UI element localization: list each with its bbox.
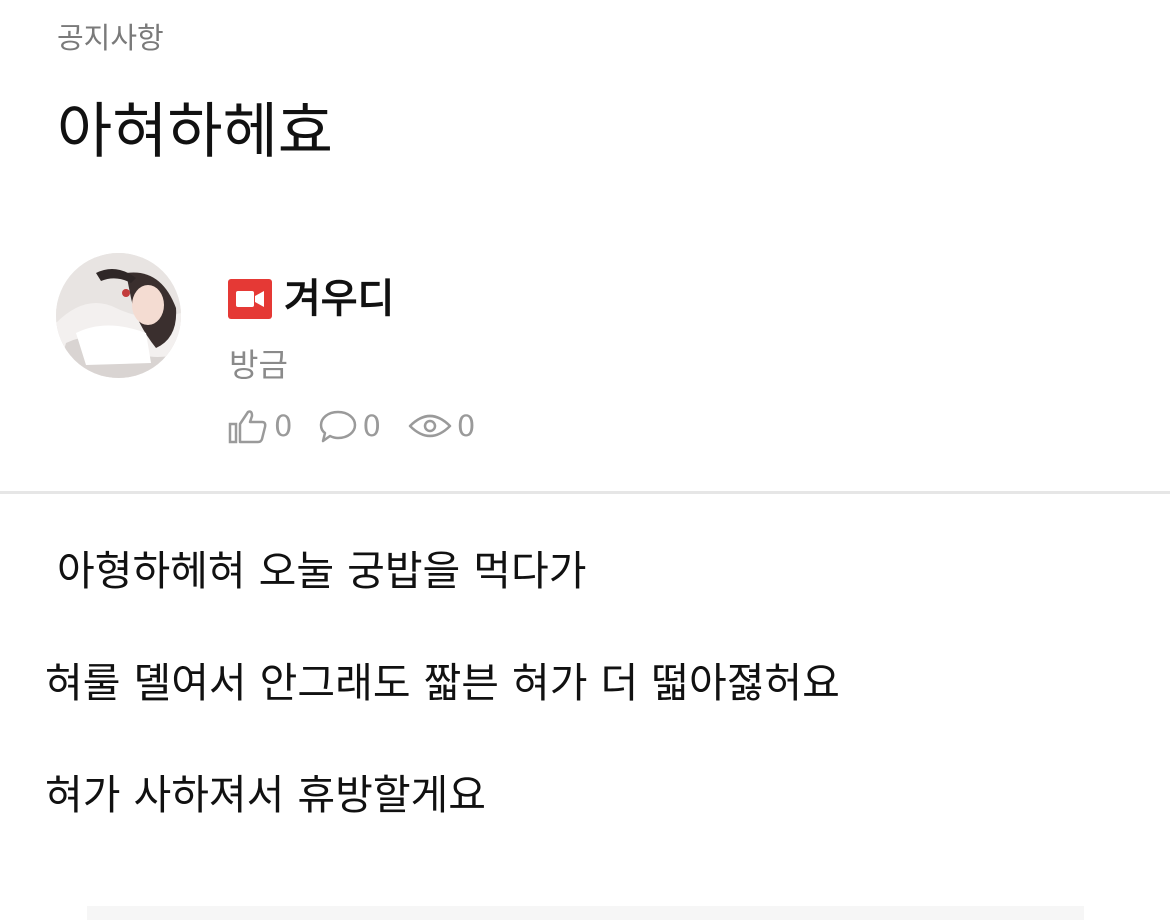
- eye-icon: [408, 414, 452, 438]
- view-count: 0: [456, 409, 476, 443]
- embedded-content-box[interactable]: [87, 906, 1084, 920]
- avatar-photo: [56, 253, 181, 378]
- post-body-line: 혀룰 뎰여서 안그래도 짧븐 혀가 더 떫아졇허요: [45, 659, 840, 707]
- author-name[interactable]: 겨우디: [284, 273, 394, 325]
- live-camera-icon: [228, 279, 272, 319]
- post-category[interactable]: 공지사항: [57, 18, 164, 58]
- like-stat[interactable]: 0: [228, 408, 292, 444]
- post-title: 아혀하헤효: [57, 97, 333, 167]
- like-count: 0: [274, 409, 293, 443]
- header-divider: [0, 491, 1170, 494]
- author-row[interactable]: 겨우디: [228, 273, 394, 325]
- comment-count: 0: [362, 409, 381, 443]
- post-time: 방금: [229, 346, 288, 384]
- avatar[interactable]: [56, 253, 181, 378]
- thumbs-up-icon: [228, 410, 267, 444]
- comment-stat[interactable]: 0: [318, 408, 381, 444]
- post-body-line: 아형하헤혀 오눌 궁밥을 먹다가: [57, 547, 587, 595]
- comment-icon: [320, 410, 357, 443]
- post-body-line: 혀가 사하져서 휴방할게요: [45, 771, 486, 819]
- view-stat: 0: [407, 408, 475, 444]
- post-stats: 0 0 0: [228, 404, 501, 448]
